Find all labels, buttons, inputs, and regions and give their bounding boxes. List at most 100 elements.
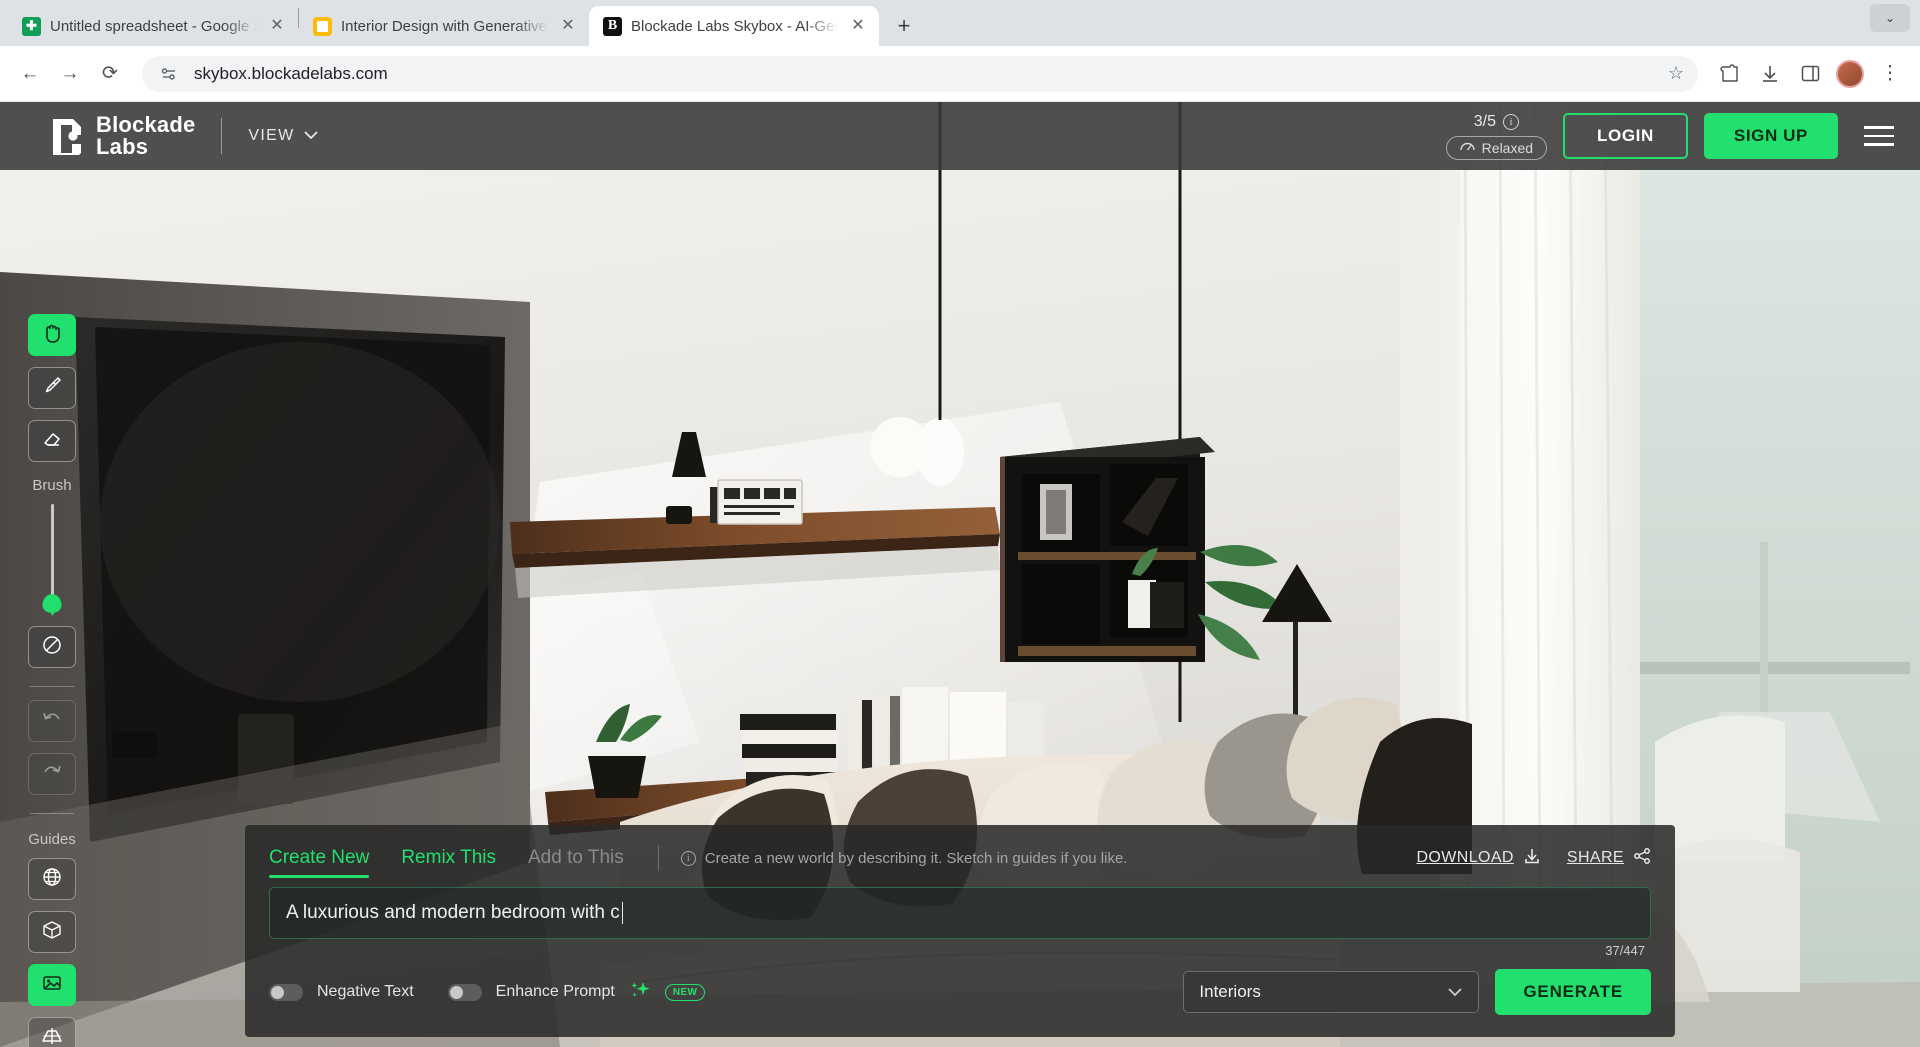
browser-tab-active[interactable]: B Blockade Labs Skybox - AI-Generated 36…: [589, 6, 879, 46]
text-caret: [622, 902, 624, 924]
close-icon[interactable]: ✕: [266, 15, 288, 37]
reload-icon[interactable]: ⟳: [92, 56, 128, 92]
redo-button[interactable]: [28, 753, 76, 795]
download-label: DOWNLOAD: [1416, 849, 1513, 867]
tool-rail: Brush Guides: [26, 314, 78, 1047]
prompt-input-wrapper: A luxurious and modern bedroom with c 37…: [269, 887, 1651, 939]
negative-text-toggle[interactable]: [269, 984, 303, 1001]
hint-text: Create a new world by describing it. Ske…: [705, 850, 1128, 867]
tab-create-new[interactable]: Create New: [269, 847, 369, 878]
brush-size-slider[interactable]: [51, 504, 54, 610]
bookmark-icon[interactable]: ☆: [1668, 63, 1684, 84]
browser-tab[interactable]: Interior Design with Generative AI ✕: [299, 6, 589, 46]
clear-tool[interactable]: [28, 626, 76, 668]
extensions-icon[interactable]: [1712, 56, 1748, 92]
negative-text-toggle-group: Negative Text: [269, 983, 414, 1001]
browser-tab[interactable]: Untitled spreadsheet - Google Sheets ✕: [8, 6, 298, 46]
chevron-down-icon: [1447, 985, 1463, 1000]
guide-sphere[interactable]: [28, 858, 76, 900]
redo-icon: [41, 762, 63, 787]
prompt-input[interactable]: A luxurious and modern bedroom with c: [269, 887, 1651, 939]
new-badge: NEW: [665, 984, 706, 1001]
skybox-app: Blockade Labs VIEW 3/5 i: [0, 102, 1920, 1047]
cube-icon: [41, 919, 63, 946]
perspective-grid-icon: [41, 1025, 63, 1047]
style-selected-value: Interiors: [1199, 982, 1260, 1002]
share-button[interactable]: SHARE: [1567, 847, 1651, 870]
brush-tool[interactable]: [28, 367, 76, 409]
back-icon[interactable]: ←: [12, 56, 48, 92]
guide-image[interactable]: [28, 964, 76, 1006]
download-icon: [1523, 847, 1541, 870]
credits-block: 3/5 i Relaxed: [1446, 113, 1547, 160]
eraser-icon: [41, 428, 63, 455]
forward-icon[interactable]: →: [52, 56, 88, 92]
pan-tool[interactable]: [28, 314, 76, 356]
logo-line-1: Blockade: [96, 112, 195, 137]
blockade-icon: B: [603, 17, 622, 36]
address-bar[interactable]: skybox.blockadelabs.com ☆: [142, 56, 1698, 92]
chevron-down-icon: [304, 127, 318, 145]
panel-options-row: Negative Text Enhance Prompt NEW Interio…: [269, 969, 1651, 1015]
download-button[interactable]: DOWNLOAD: [1416, 847, 1540, 870]
header-right: 3/5 i Relaxed LOGIN SIGN UP: [1446, 113, 1898, 160]
browser-toolbar: ← → ⟳ skybox.blockadelabs.com ☆ ⋮: [0, 46, 1920, 102]
window-controls-chevron-icon[interactable]: ⌄: [1870, 4, 1910, 32]
rail-divider: [30, 686, 74, 687]
info-icon[interactable]: i: [1503, 114, 1519, 130]
generate-button[interactable]: GENERATE: [1495, 969, 1651, 1015]
globe-icon: [41, 866, 63, 893]
guide-cube[interactable]: [28, 911, 76, 953]
prompt-value: A luxurious and modern bedroom with c: [286, 902, 620, 924]
eraser-tool[interactable]: [28, 420, 76, 462]
header-divider: [221, 118, 222, 154]
info-icon: i: [681, 851, 696, 866]
negative-text-label: Negative Text: [317, 983, 414, 1001]
logo-line-2: Labs: [96, 134, 148, 159]
enhance-prompt-toggle-group: Enhance Prompt NEW: [448, 979, 706, 1006]
undo-button[interactable]: [28, 700, 76, 742]
enhance-prompt-label: Enhance Prompt: [496, 983, 615, 1001]
view-menu[interactable]: VIEW: [248, 127, 317, 145]
queue-mode-badge[interactable]: Relaxed: [1446, 136, 1547, 160]
guides-label: Guides: [28, 831, 76, 848]
browser-menu-icon[interactable]: ⋮: [1872, 56, 1908, 92]
rail-divider: [30, 813, 74, 814]
login-button[interactable]: LOGIN: [1563, 113, 1688, 159]
new-tab-button[interactable]: +: [887, 9, 921, 43]
blockade-labs-logo[interactable]: Blockade Labs: [50, 114, 195, 159]
image-icon: [41, 972, 63, 999]
yellow-doc-icon: [313, 17, 332, 36]
char-counter: 37/447: [1605, 943, 1645, 958]
site-settings-icon[interactable]: [156, 63, 182, 85]
downloads-icon[interactable]: [1752, 56, 1788, 92]
brush-size-handle[interactable]: [43, 594, 62, 613]
tab-remix-this[interactable]: Remix This: [401, 847, 496, 878]
side-panel-icon[interactable]: [1792, 56, 1828, 92]
close-icon[interactable]: ✕: [847, 15, 869, 37]
tab-title: Blockade Labs Skybox - AI-Generated 360: [631, 18, 838, 35]
browser-window: Untitled spreadsheet - Google Sheets ✕ I…: [0, 0, 1920, 1047]
hamburger-icon[interactable]: [1860, 120, 1898, 151]
tab-add-to-this[interactable]: Add to This: [528, 847, 624, 878]
sparkle-icon: [629, 979, 651, 1006]
enhance-prompt-toggle[interactable]: [448, 984, 482, 1001]
tab-title: Untitled spreadsheet - Google Sheets: [50, 18, 257, 35]
avatar[interactable]: [1832, 56, 1868, 92]
logo-text: Blockade Labs: [96, 114, 195, 159]
share-icon: [1633, 847, 1651, 870]
sheets-icon: [22, 17, 41, 36]
undo-icon: [41, 709, 63, 734]
speed-icon: [1460, 140, 1475, 156]
guide-perspective[interactable]: [28, 1017, 76, 1047]
share-label: SHARE: [1567, 849, 1624, 867]
panel-generate-group: Interiors GENERATE: [1183, 969, 1651, 1015]
app-header: Blockade Labs VIEW 3/5 i: [0, 102, 1920, 170]
credits-row: 3/5 i: [1474, 113, 1519, 131]
signup-button[interactable]: SIGN UP: [1704, 113, 1838, 159]
close-icon[interactable]: ✕: [557, 15, 579, 37]
style-select[interactable]: Interiors: [1183, 971, 1479, 1013]
hand-icon: [41, 322, 63, 349]
panel-tabs-row: Create New Remix This Add to This i Crea…: [269, 845, 1651, 879]
panel-tab-divider: [658, 845, 659, 871]
